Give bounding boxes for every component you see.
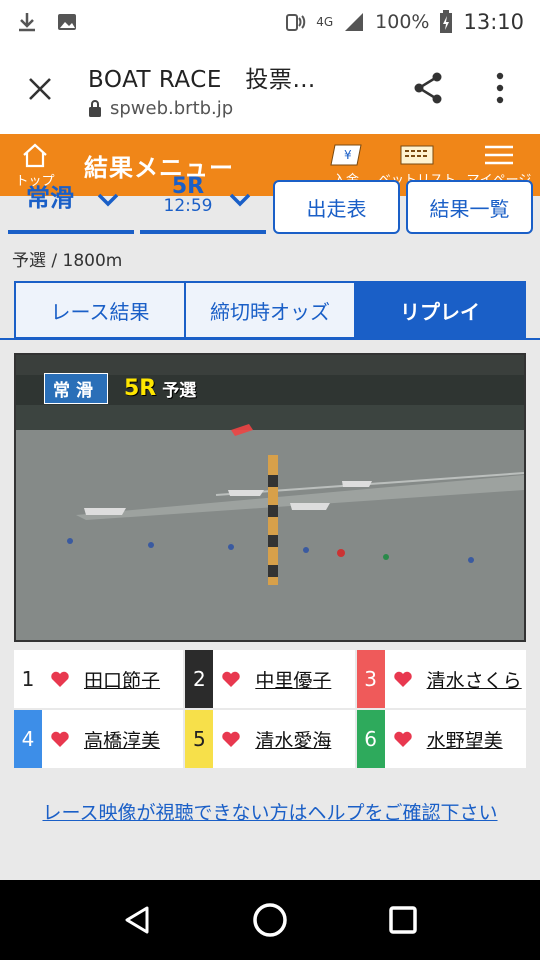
caption-type: 予選 [162, 381, 197, 401]
tab-closing-odds[interactable]: 締切時オッズ [186, 281, 356, 339]
lane-number: 6 [356, 710, 385, 768]
heart-icon[interactable] [221, 670, 241, 688]
clock: 13:10 [463, 10, 524, 34]
race-info: 予選 / 1800m [12, 251, 123, 271]
video-caption: 常滑 5R 予選 [44, 373, 196, 404]
lane-number: 4 [14, 710, 42, 768]
home-circle-icon[interactable] [250, 900, 290, 940]
racer-list: 1 田口節子 2 中里優子 3 清水さくら 4 高橋淳美 5 清水愛海 6 水野… [14, 650, 526, 768]
betlist-icon [400, 145, 434, 164]
video-help-link[interactable]: レース映像が視聴できない方はヘルプをご確認下さい [0, 798, 540, 825]
battery-icon [440, 10, 453, 33]
heart-icon[interactable] [393, 670, 413, 688]
chevron-down-icon [229, 193, 251, 207]
header-title: 結果メニュー [84, 153, 234, 182]
tab-race-result[interactable]: レース結果 [14, 281, 186, 339]
heart-icon[interactable] [393, 730, 413, 748]
lane-number: 1 [14, 650, 42, 708]
caption-venue: 常滑 [44, 373, 108, 404]
racer-name-link[interactable]: 高橋淳美 [84, 726, 160, 753]
racer-cell: 3 清水さくら [356, 650, 526, 708]
url-text: spweb.brtb.jp [110, 97, 234, 119]
battery-level: 100% [375, 11, 430, 33]
back-icon[interactable] [117, 900, 157, 940]
results-list-button[interactable]: 結果一覧 [406, 180, 533, 234]
racer-name-link[interactable]: 水野望美 [427, 726, 503, 753]
racer-cell: 1 田口節子 [14, 650, 184, 708]
home-icon [23, 143, 47, 167]
chevron-down-icon [97, 193, 119, 207]
racer-name-link[interactable]: 中里優子 [255, 666, 331, 693]
tab-replay[interactable]: リプレイ [356, 281, 526, 339]
lane-number: 5 [185, 710, 214, 768]
race-selector: 常滑 5R 12:59 出走表 結果一覧 [0, 174, 540, 238]
caption-race: 5R [124, 376, 157, 401]
heart-icon[interactable] [221, 730, 241, 748]
racer-cell: 5 清水愛海 [185, 710, 355, 768]
tab-underline [0, 338, 540, 340]
hamburger-icon [485, 145, 513, 164]
page-title: BOAT RACE 投票… [88, 66, 316, 93]
lock-icon [89, 100, 101, 117]
lane-number: 2 [185, 650, 214, 708]
share-icon[interactable] [410, 70, 446, 106]
racer-cell: 6 水野望美 [356, 710, 526, 768]
heart-icon[interactable] [50, 670, 70, 688]
recents-icon[interactable] [383, 900, 423, 940]
system-nav-bar [0, 880, 540, 960]
status-bar: 4G 100% 13:10 [0, 0, 540, 44]
racer-cell: 2 中里優子 [185, 650, 355, 708]
deposit-icon: ¥ [330, 144, 362, 165]
signal-icon [345, 13, 364, 31]
more-menu-icon[interactable] [490, 70, 510, 106]
browser-toolbar: BOAT RACE 投票… spweb.brtb.jp [0, 44, 540, 134]
venue-select[interactable]: 常滑 [8, 180, 134, 234]
racer-cell: 4 高橋淳美 [14, 710, 184, 768]
download-icon [19, 13, 35, 32]
image-icon [58, 14, 76, 30]
lane-number: 3 [356, 650, 385, 708]
close-icon[interactable] [20, 69, 60, 109]
race-select[interactable]: 5R 12:59 [140, 174, 266, 234]
network-type: 4G [316, 15, 334, 29]
racer-name-link[interactable]: 清水愛海 [255, 726, 331, 753]
venue-value: 常滑 [26, 184, 74, 212]
entry-list-button[interactable]: 出走表 [273, 180, 400, 234]
heart-icon[interactable] [50, 730, 70, 748]
result-tabs: レース結果 締切時オッズ リプレイ [14, 281, 526, 339]
nfc-icon [286, 14, 306, 31]
replay-video[interactable]: 常滑 5R 予選 [14, 353, 526, 642]
racer-name-link[interactable]: 清水さくら [427, 666, 522, 693]
svg-text:¥: ¥ [344, 148, 352, 162]
racer-name-link[interactable]: 田口節子 [84, 666, 160, 693]
race-time: 12:59 [163, 196, 213, 216]
